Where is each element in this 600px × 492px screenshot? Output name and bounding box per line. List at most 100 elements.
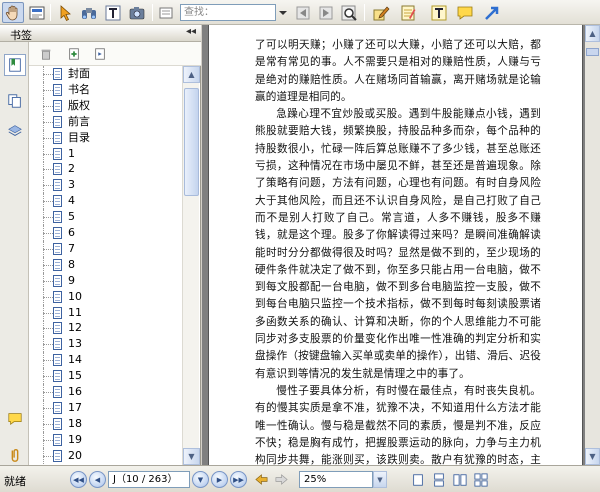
bookmark-item[interactable]: 目录 (29, 129, 182, 146)
last-page-icon: ▶▶ (233, 475, 244, 484)
find-options-icon (159, 7, 173, 18)
highlight-button[interactable] (370, 2, 392, 23)
scroll-down-icon[interactable]: ▼ (585, 448, 600, 465)
attachments-tab[interactable] (4, 444, 26, 466)
layers-tab[interactable] (4, 120, 26, 142)
bookmark-scrollbar[interactable]: ▲ ▼ (182, 66, 200, 465)
tree-connector (43, 153, 53, 155)
bookmark-item[interactable]: 4 (29, 193, 182, 210)
bookmark-page-icon (53, 163, 62, 176)
bookmark-page-icon (53, 417, 62, 430)
document-scrollbar[interactable]: ▲ ▼ (585, 25, 600, 465)
bookmark-item[interactable]: 封面 (29, 66, 182, 82)
note-button[interactable] (397, 2, 419, 23)
previous-result-button[interactable] (292, 2, 314, 23)
text-tool-button[interactable] (102, 2, 124, 23)
bookmark-item[interactable]: 6 (29, 225, 182, 241)
bookmark-item[interactable]: 11 (29, 304, 182, 321)
continuous-page-icon (434, 472, 444, 487)
single-page-layout-button[interactable] (409, 470, 427, 489)
zoom-dropdown-icon[interactable]: ▼ (373, 471, 387, 488)
comments-tab[interactable] (4, 408, 26, 430)
back-arrow-icon (254, 474, 267, 485)
zoom-field[interactable]: 25% (299, 471, 373, 488)
scroll-down-icon[interactable]: ▼ (183, 448, 200, 465)
bookmark-item[interactable]: 1 (29, 145, 182, 162)
bookmark-item[interactable]: 7 (29, 240, 182, 257)
bookmark-item[interactable]: 10 (29, 288, 182, 305)
bookmark-item[interactable]: 书名 (29, 81, 182, 98)
bookmark-scroll-thumb[interactable] (184, 88, 199, 196)
find-dropdown-icon[interactable] (277, 4, 289, 21)
bookmark-item[interactable]: 版权 (29, 97, 182, 114)
bookmark-label: 3 (68, 178, 75, 192)
delete-bookmark-button[interactable] (37, 45, 55, 63)
bookmark-item[interactable]: 13 (29, 336, 182, 353)
document-scroll-thumb[interactable] (586, 48, 599, 56)
scroll-up-icon[interactable]: ▲ (585, 25, 600, 42)
tree-connector (43, 392, 53, 393)
bookmark-item[interactable]: 前言 (29, 113, 182, 130)
bookmark-options-icon (95, 48, 105, 60)
bookmark-item[interactable]: 17 (29, 399, 182, 416)
expand-bookmark-button[interactable] (91, 45, 109, 63)
search-icon (341, 5, 357, 21)
previous-page-button[interactable]: ◀ (89, 471, 106, 488)
bookmarks-tab[interactable] (4, 54, 26, 76)
bookmark-page-icon (53, 242, 62, 255)
bookmark-item[interactable]: 12 (29, 320, 182, 337)
tree-connector (43, 105, 53, 107)
bookmark-item[interactable]: 8 (29, 256, 182, 273)
continuous-facing-layout-button[interactable] (472, 470, 490, 489)
page-number-field[interactable]: J（10 / 263） (108, 471, 190, 488)
bookmark-page-icon (53, 227, 62, 239)
bookmark-item[interactable]: 20 (29, 447, 182, 464)
facing-layout-button[interactable] (451, 470, 469, 489)
select-text-button[interactable] (26, 2, 48, 23)
scroll-up-icon[interactable]: ▲ (183, 66, 200, 83)
page-dropdown-button[interactable]: ▼ (192, 471, 209, 488)
notepad-icon (401, 5, 416, 20)
next-page-button[interactable]: ▶ (211, 471, 228, 488)
bookmark-item[interactable]: 14 (29, 352, 182, 369)
bookmark-label: 15 (68, 369, 82, 383)
bookmarks-panel-title: 书签 (10, 29, 32, 42)
select-arrow-button[interactable] (54, 2, 76, 23)
snapshot-button[interactable] (126, 2, 148, 23)
last-page-button[interactable]: ▶▶ (230, 471, 247, 488)
bookmark-item[interactable]: 2 (29, 161, 182, 178)
continuous-layout-button[interactable] (430, 470, 448, 489)
bookmark-item[interactable]: 15 (29, 368, 182, 385)
find-button[interactable] (78, 2, 100, 23)
thumbnails-tab[interactable] (4, 90, 26, 112)
first-page-button[interactable]: ◀◀ (70, 471, 87, 488)
bookmark-item[interactable]: 18 (29, 415, 182, 432)
page-thumbnails-icon (8, 94, 21, 108)
facing-pages-icon (453, 473, 467, 486)
bookmark-label: 1 (68, 146, 75, 160)
hand-tool-button[interactable] (2, 2, 24, 23)
paragraph: 了可以明天赚；小赚了还可以大赚，小赔了还可以大赔，都是常有常见的事。人不需要只是… (255, 39, 541, 103)
bookmark-label: 版权 (68, 98, 90, 112)
comment-button[interactable] (454, 2, 476, 23)
bookmark-item[interactable]: 9 (29, 272, 182, 289)
search-button[interactable] (338, 2, 360, 23)
typewriter-button[interactable] (428, 2, 450, 23)
next-page-icon: ▶ (216, 475, 223, 484)
add-bookmark-button[interactable] (65, 45, 83, 63)
next-result-button[interactable] (315, 2, 337, 23)
tree-connector (43, 217, 53, 219)
bookmark-item[interactable]: 5 (29, 209, 182, 226)
back-button[interactable] (252, 470, 270, 489)
bookmark-item[interactable]: 3 (29, 177, 182, 194)
find-options-button[interactable] (155, 2, 177, 23)
bookmark-label: 目录 (68, 130, 90, 144)
bookmark-page-icon (53, 401, 62, 414)
paragraph: 慢性子要具体分析，有时慢在最佳点，有时丧失良机。有的慢其实质是拿不准，犹豫不决，… (255, 384, 541, 465)
find-input[interactable]: 查找： (180, 4, 276, 21)
collapse-panel-icon[interactable]: ◂◂ (186, 26, 196, 37)
arrow-annotation-button[interactable] (481, 2, 503, 23)
bookmark-item[interactable]: 19 (29, 431, 182, 448)
forward-button[interactable] (272, 470, 290, 489)
bookmark-item[interactable]: 16 (29, 384, 182, 400)
